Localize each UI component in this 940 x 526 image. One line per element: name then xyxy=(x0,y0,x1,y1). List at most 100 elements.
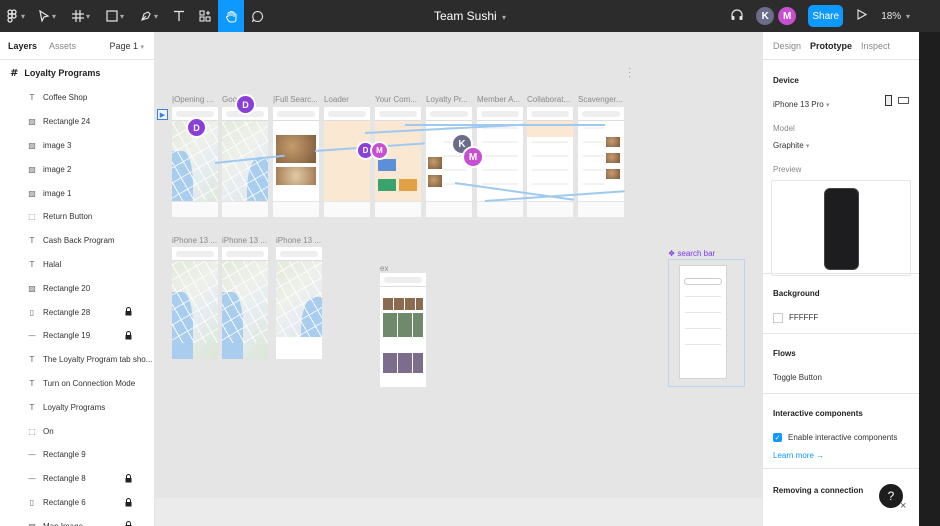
layer-item[interactable]: T Coffee Shop xyxy=(0,86,154,110)
frame-label[interactable]: ex xyxy=(380,264,388,273)
device-select[interactable]: iPhone 13 Pro ▾ xyxy=(773,100,829,109)
more-options-icon[interactable]: · · · xyxy=(628,64,631,82)
lock-icon[interactable] xyxy=(125,497,132,509)
layer-item[interactable]: — Rectangle 19 xyxy=(0,324,154,348)
headphones-icon[interactable] xyxy=(730,8,744,25)
frame-label[interactable]: Member A... xyxy=(477,95,523,104)
layer-item[interactable]: ▯ Rectangle 28 xyxy=(0,300,154,324)
learn-more-link[interactable]: Learn more → xyxy=(773,451,824,460)
pen-tool-button[interactable]: ▾ xyxy=(132,0,166,32)
top-toolbar: ▾ ▾ ▾ ▾ ▾ Team Sushi ▾ K M Share 18% ▾ xyxy=(0,0,940,32)
flow-start-marker[interactable]: ▶ xyxy=(157,109,168,120)
layer-label: image 1 xyxy=(43,188,72,198)
image-icon: ▨ xyxy=(28,164,36,174)
frame-label[interactable]: |Full Searc... xyxy=(273,95,319,104)
layer-item[interactable]: T Loyalty Programs xyxy=(0,395,154,419)
layer-item[interactable]: T The Loyalty Program tab sho... xyxy=(0,348,154,372)
frame-label[interactable]: Loader xyxy=(324,95,370,104)
close-icon[interactable]: × xyxy=(900,500,906,512)
main-menu-button[interactable]: ▾ xyxy=(0,0,30,32)
layer-item[interactable]: ⬚ On xyxy=(0,419,154,443)
enable-interactive-checkbox[interactable]: ✓ Enable interactive components xyxy=(773,433,897,443)
cursor-arrow-icon xyxy=(38,10,50,22)
shape-tool-button[interactable]: ▾ xyxy=(98,0,132,32)
flow-item[interactable]: Toggle Button xyxy=(773,373,822,382)
move-tool-button[interactable]: ▾ xyxy=(30,0,64,32)
removing-connection-title: Removing a connection xyxy=(773,486,864,495)
frame-iphone-13-b[interactable] xyxy=(222,247,268,359)
frame-label[interactable]: iPhone 13 ... xyxy=(172,236,218,245)
share-button[interactable]: Share xyxy=(808,5,844,27)
layers-panel: Layers Assets Page 1 ▾ # Loyalty Program… xyxy=(0,32,155,526)
component-label[interactable]: ❖ search bar xyxy=(668,249,715,258)
tab-layers[interactable]: Layers xyxy=(8,41,37,51)
layer-item[interactable]: T Turn on Connection Mode xyxy=(0,372,154,396)
collaborator-avatar[interactable]: K xyxy=(756,7,775,25)
text-tool-button[interactable] xyxy=(166,0,192,32)
line-icon: — xyxy=(28,450,36,460)
frame-label[interactable]: iPhone 13 ... xyxy=(276,236,322,245)
frame-label[interactable]: |Opening ... xyxy=(172,95,218,104)
layer-item[interactable]: ▨ image 2 xyxy=(0,157,154,181)
layer-item[interactable]: — Rectangle 9 xyxy=(0,443,154,467)
frame-label[interactable]: Loyalty Pr... xyxy=(426,95,472,104)
frame-iphone-13-a[interactable] xyxy=(172,247,218,359)
tab-assets[interactable]: Assets xyxy=(49,41,76,51)
layer-item[interactable]: T Cash Back Program xyxy=(0,229,154,253)
layer-item[interactable]: ⬚ Return Button xyxy=(0,205,154,229)
tab-prototype[interactable]: Prototype xyxy=(810,41,852,51)
prototype-connection[interactable] xyxy=(405,124,605,126)
lock-icon[interactable] xyxy=(125,473,132,485)
frame-iphone-13-c[interactable] xyxy=(276,247,322,359)
present-play-icon[interactable] xyxy=(857,9,868,23)
frame-label[interactable]: Collaborat... xyxy=(527,95,573,104)
checkmark-icon[interactable]: ✓ xyxy=(773,433,782,443)
frame-hash-icon xyxy=(71,10,84,22)
layer-label: Return Button xyxy=(43,212,93,222)
lock-icon[interactable] xyxy=(125,307,132,318)
device-preview xyxy=(771,180,911,276)
layer-item[interactable]: — Rectangle 8 xyxy=(0,467,154,491)
collaborator-avatar[interactable]: M xyxy=(778,7,797,25)
background-color-field[interactable]: FFFFFF xyxy=(773,313,818,323)
portrait-orientation-icon[interactable] xyxy=(885,95,892,106)
design-canvas[interactable]: ▶ · · · |Opening ... Goo... |Full Searc...… xyxy=(155,32,762,526)
layer-item[interactable]: T Halal xyxy=(0,253,154,277)
frame-full-search[interactable] xyxy=(273,107,319,217)
frame-label[interactable]: Your Com... xyxy=(375,95,421,104)
frame-loader[interactable] xyxy=(324,107,370,217)
layer-label: Loyalty Programs xyxy=(43,402,106,412)
zoom-level[interactable]: 18% ▾ xyxy=(881,11,910,22)
color-swatch[interactable] xyxy=(773,313,783,323)
search-bar-component-frame[interactable] xyxy=(679,265,727,379)
line-icon: — xyxy=(28,474,36,484)
layer-item[interactable]: ▨ Map Image xyxy=(0,514,154,526)
text-icon: T xyxy=(29,93,35,103)
interactive-section-title: Interactive components xyxy=(773,409,863,418)
layer-root-frame[interactable]: # Loyalty Programs xyxy=(0,60,154,86)
frame-ex[interactable] xyxy=(380,273,426,387)
comment-tool-button[interactable] xyxy=(244,0,270,32)
frame-label[interactable]: Scavenger... xyxy=(578,95,624,104)
model-select[interactable]: Graphite ▾ xyxy=(773,141,809,150)
iphone-preview-image xyxy=(824,188,859,270)
lock-icon[interactable] xyxy=(125,521,132,526)
frame-tool-button[interactable]: ▾ xyxy=(64,0,98,32)
page-selector[interactable]: Page 1 ▾ xyxy=(109,41,144,51)
lock-icon[interactable] xyxy=(125,330,132,342)
layer-item[interactable]: ▨ image 3 xyxy=(0,134,154,158)
layer-label: Cash Back Program xyxy=(43,236,115,246)
tab-inspect[interactable]: Inspect xyxy=(861,41,890,51)
frame-label[interactable]: iPhone 13 ... xyxy=(222,236,268,245)
layer-item[interactable]: ▨ Rectangle 20 xyxy=(0,276,154,300)
landscape-orientation-icon[interactable] xyxy=(898,97,909,104)
resources-tool-button[interactable] xyxy=(192,0,218,32)
tab-design[interactable]: Design xyxy=(773,41,801,51)
hand-tool-button[interactable] xyxy=(218,0,244,32)
collaborator-cursor: M xyxy=(372,143,387,158)
layer-item[interactable]: ▨ Rectangle 24 xyxy=(0,110,154,134)
layer-item[interactable]: ▯ Rectangle 6 xyxy=(0,491,154,515)
file-title[interactable]: Team Sushi ▾ xyxy=(434,9,506,23)
layer-item[interactable]: ▨ image 1 xyxy=(0,181,154,205)
image-icon: ▨ xyxy=(28,140,36,150)
